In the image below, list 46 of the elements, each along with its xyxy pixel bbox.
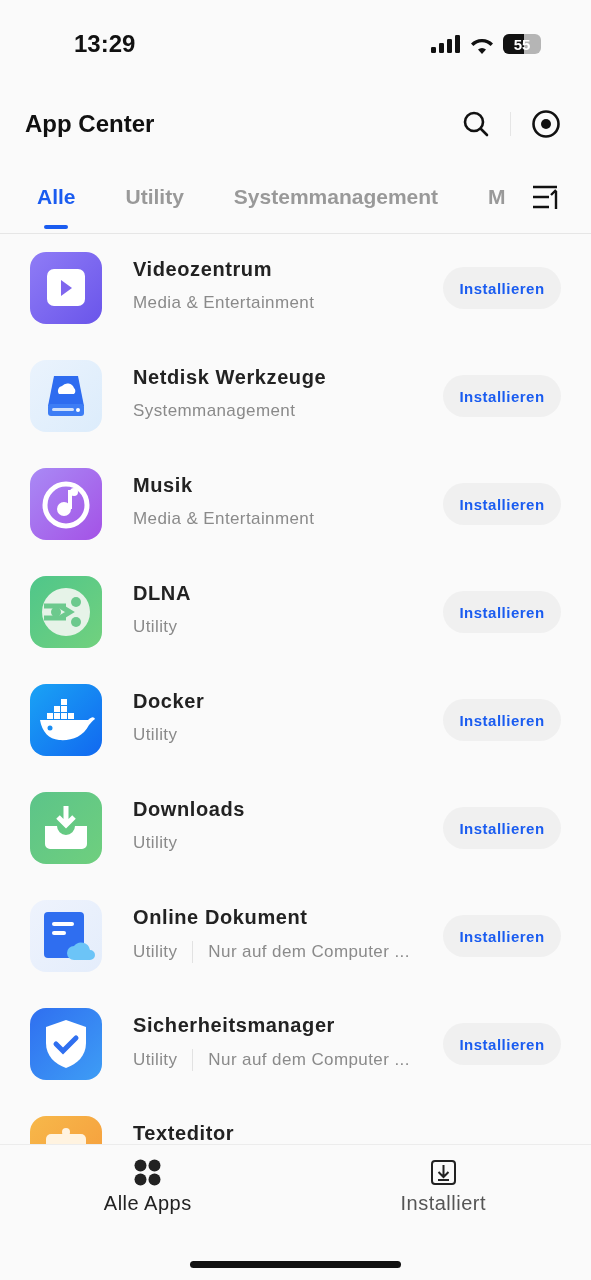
install-button[interactable]: Installieren xyxy=(443,699,561,741)
app-category: Media & Entertainment xyxy=(133,509,315,529)
install-button[interactable]: Installieren xyxy=(443,267,561,309)
install-button[interactable]: Installieren xyxy=(443,915,561,957)
video-app-icon[interactable] xyxy=(30,252,102,324)
app-category: Utility xyxy=(133,833,178,853)
app-name: Texteditor xyxy=(133,1122,236,1144)
page-title: App Center xyxy=(25,110,155,138)
install-button[interactable]: Installieren xyxy=(443,591,561,633)
search-icon[interactable] xyxy=(462,110,490,138)
category-tab[interactable]: Systemmanagement xyxy=(233,160,439,233)
install-button[interactable]: Installieren xyxy=(443,807,561,849)
app-name: Videozentrum xyxy=(133,258,274,281)
category-tab[interactable]: Utility xyxy=(125,160,184,233)
install-button[interactable]: Installieren xyxy=(443,375,561,417)
category-tab[interactable]: M xyxy=(488,160,506,233)
document-app-icon[interactable] xyxy=(30,900,102,972)
install-button[interactable]: Installieren xyxy=(443,1023,561,1065)
status-time: 13:29 xyxy=(74,30,136,58)
app-name: Musik xyxy=(133,474,194,497)
music-app-icon[interactable] xyxy=(30,468,102,540)
app-category: Utility xyxy=(133,1050,178,1070)
app-name: Sicherheitsmanager xyxy=(133,1014,336,1037)
app-note: Nur auf dem Computer ... xyxy=(208,942,410,962)
target-icon[interactable] xyxy=(531,109,561,139)
app-name: DLNA xyxy=(133,582,192,605)
app-name: Docker xyxy=(133,690,206,713)
app-category: Media & Entertainment xyxy=(133,293,315,313)
app-name: Online Dokument xyxy=(133,906,309,929)
nav-tab[interactable]: Installiert xyxy=(368,1159,519,1215)
app-category: Utility xyxy=(133,617,178,637)
grid-icon xyxy=(134,1159,162,1186)
install-button[interactable]: Installieren xyxy=(443,483,561,525)
app-category: Systemmanagement xyxy=(133,401,296,421)
signal-icon xyxy=(431,35,461,53)
drive-app-icon[interactable] xyxy=(30,360,102,432)
category-tab[interactable]: Alle xyxy=(37,160,76,233)
app-name: Downloads xyxy=(133,798,247,821)
shield-app-icon[interactable] xyxy=(30,1008,102,1080)
whale-app-icon[interactable] xyxy=(30,684,102,756)
app-note: Nur auf dem Computer ... xyxy=(208,1050,410,1070)
app-category: Utility xyxy=(133,942,178,962)
nav-tab[interactable]: Alle Apps xyxy=(72,1159,223,1215)
app-category: Utility xyxy=(133,725,178,745)
app-name: Netdisk Werkzeuge xyxy=(133,366,328,389)
download-icon xyxy=(429,1159,457,1186)
